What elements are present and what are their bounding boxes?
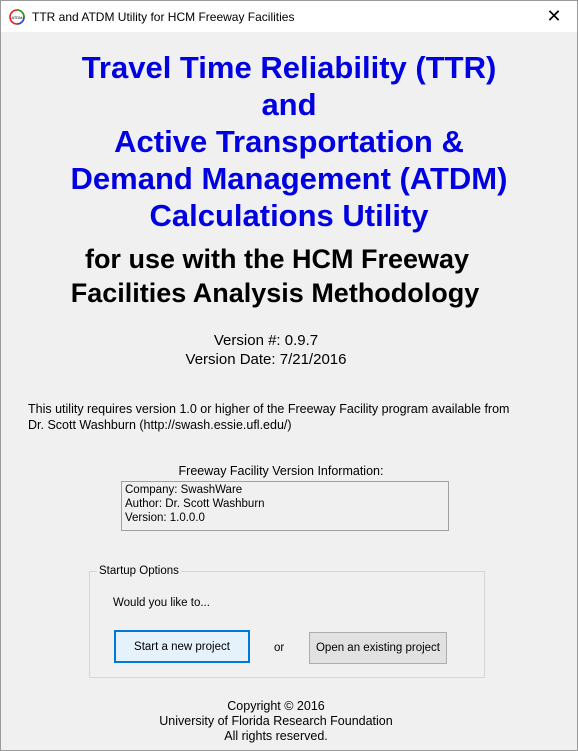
app-icon: ATDM <box>9 9 25 25</box>
ff-info-label: Freeway Facility Version Information: <box>178 464 384 478</box>
heading-line-1: Travel Time Reliability (TTR) <box>81 50 497 85</box>
heading-line-3: Active Transportation & <box>114 124 464 159</box>
footer-copyright: Copyright © 2016 <box>227 699 325 713</box>
title-bar[interactable]: ATDM TTR and ATDM Utility for HCM Freewa… <box>1 1 577 32</box>
version-date: Version Date: 7/21/2016 <box>185 351 347 368</box>
app-window: ATDM TTR and ATDM Utility for HCM Freewa… <box>0 0 578 751</box>
requirement-line-1: This utility requires version 1.0 or hig… <box>28 402 510 416</box>
ff-info-company: Company: SwashWare <box>125 484 243 496</box>
ff-info-box: Company: SwashWare Author: Dr. Scott Was… <box>121 481 449 531</box>
heading-line-4: Demand Management (ATDM) <box>70 161 508 196</box>
heading-line-2: and <box>261 87 317 122</box>
subheading-line-2: Facilities Analysis Methodology <box>70 278 480 308</box>
subheading-line-1: for use with the HCM Freeway <box>84 244 470 274</box>
ff-info-version: Version: 1.0.0.0 <box>125 512 205 524</box>
startup-prompt: Would you like to... <box>113 597 210 609</box>
startup-options-title: Startup Options <box>97 565 181 577</box>
app-icon-label: ATDM <box>11 15 22 20</box>
or-label: or <box>274 642 285 654</box>
requirement-line-2: Dr. Scott Washburn (http://swash.essie.u… <box>28 418 292 432</box>
close-icon[interactable]: ✕ <box>531 1 577 32</box>
window-title: TTR and ATDM Utility for HCM Freeway Fac… <box>32 10 295 24</box>
heading-line-5: Calculations Utility <box>149 198 429 233</box>
footer-rights: All rights reserved. <box>224 729 328 743</box>
footer-organization: University of Florida Research Foundatio… <box>159 714 393 728</box>
start-new-project-button[interactable]: Start a new project <box>114 630 250 663</box>
open-existing-project-button[interactable]: Open an existing project <box>309 632 447 664</box>
version-number: Version #: 0.9.7 <box>213 332 319 349</box>
ff-info-author: Author: Dr. Scott Washburn <box>125 498 265 510</box>
